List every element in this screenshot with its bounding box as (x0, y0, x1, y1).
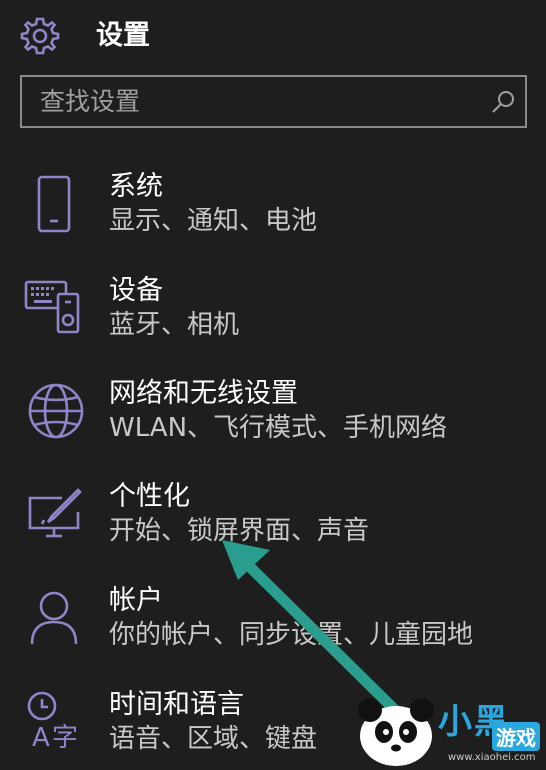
item-subtitle: 蓝牙、相机 (109, 310, 240, 340)
header: 设置 (0, 0, 546, 72)
item-title: 个性化 (109, 481, 190, 512)
time-language-icon: A 字 (27, 691, 78, 753)
item-title: 帐户 (109, 585, 163, 616)
page-title: 设置 (96, 20, 150, 51)
svg-text:A: A (32, 723, 50, 753)
watermark: 小黑 游戏 www.xiaohei.com (352, 690, 546, 770)
search-icon[interactable] (489, 88, 517, 116)
item-title: 网络和无线设置 (109, 378, 298, 409)
svg-text:字: 字 (52, 723, 78, 753)
item-title: 系统 (109, 171, 163, 202)
item-subtitle: 开始、锁屏界面、声音 (109, 516, 370, 546)
watermark-url: www.xiaohei.com (448, 752, 536, 763)
item-title: 设备 (109, 275, 163, 306)
settings-item-accounts[interactable]: 帐户 你的帐户、同步设置、儿童园地 (0, 584, 546, 680)
settings-item-network[interactable]: 网络和无线设置 WLAN、飞行模式、手机网络 (0, 377, 546, 473)
panda-logo (358, 698, 434, 766)
item-subtitle: 你的帐户、同步设置、儿童园地 (109, 620, 474, 650)
gear-icon[interactable] (18, 14, 62, 58)
item-title: 时间和语言 (109, 689, 244, 720)
phone-icon (37, 175, 71, 233)
personalization-icon (28, 488, 82, 538)
devices-icon (24, 280, 80, 334)
search-input[interactable]: 查找设置 (40, 87, 140, 117)
watermark-tag: 游戏 (492, 722, 540, 751)
search-box[interactable]: 查找设置 (20, 75, 527, 128)
settings-item-system[interactable]: 系统 显示、通知、电池 (0, 170, 546, 266)
globe-icon (28, 383, 84, 439)
settings-screen: 设置 查找设置 系统 显示、通知、电池 设备 蓝牙、相机 网络和无线设置 WLA… (0, 0, 546, 770)
user-icon (30, 591, 78, 645)
item-subtitle: 显示、通知、电池 (109, 206, 318, 236)
settings-item-devices[interactable]: 设备 蓝牙、相机 (0, 274, 546, 370)
item-subtitle: 语音、区域、键盘 (109, 724, 318, 754)
settings-item-personalization[interactable]: 个性化 开始、锁屏界面、声音 (0, 480, 546, 576)
item-subtitle: WLAN、飞行模式、手机网络 (109, 413, 448, 443)
